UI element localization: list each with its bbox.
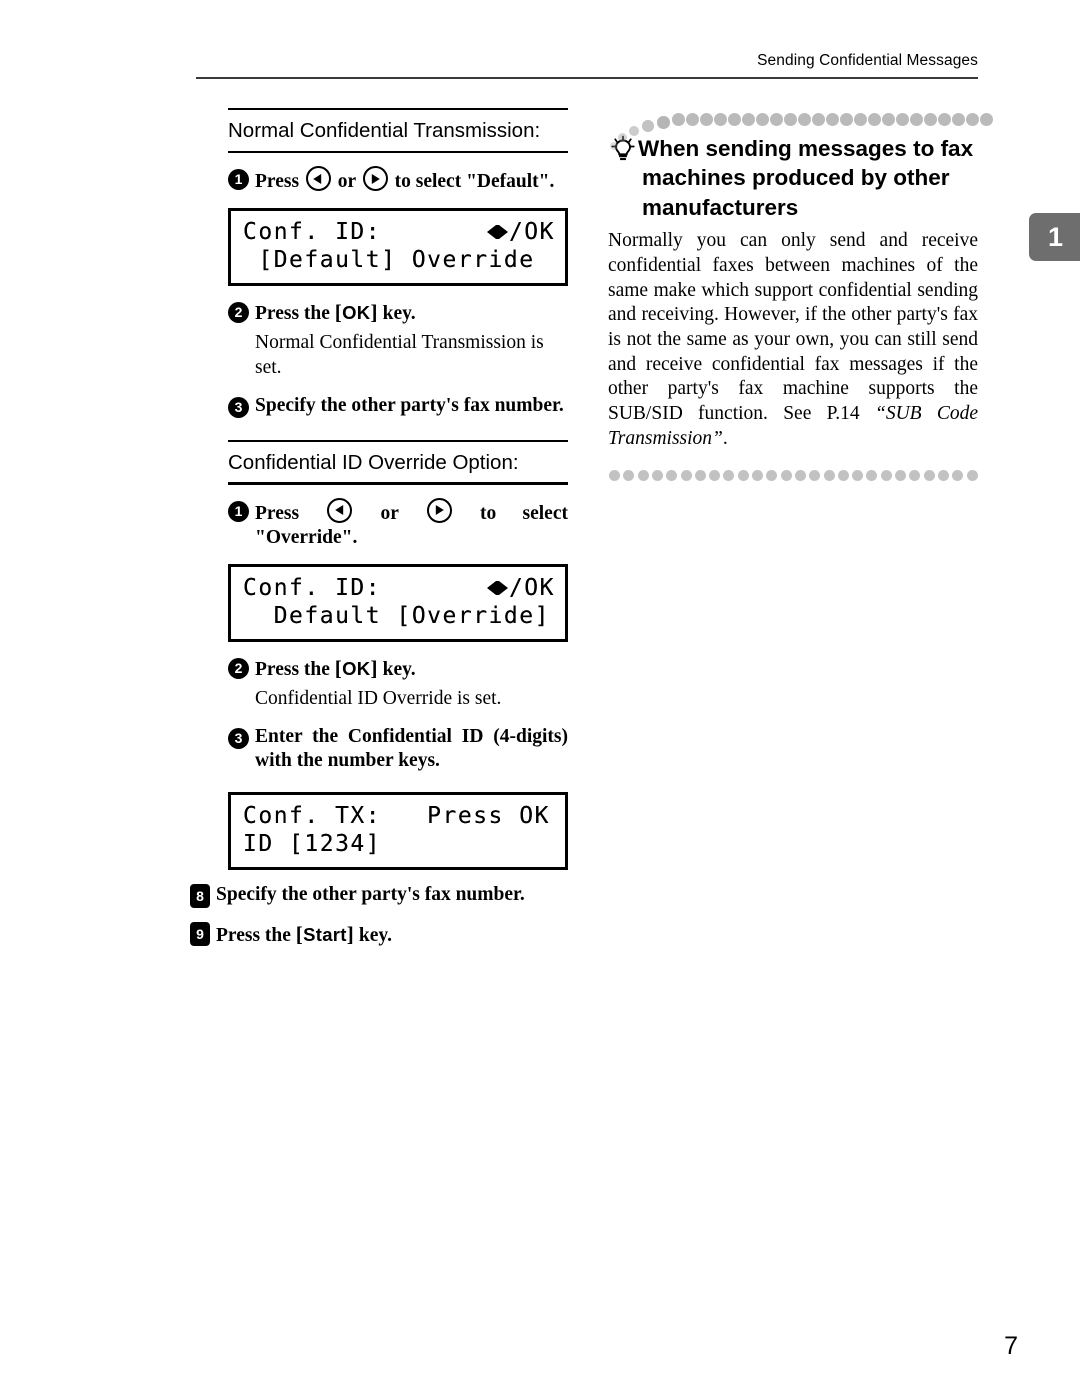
step-marker: 2 [228,302,249,324]
step-marker: 3 [228,727,249,749]
lcd-ok-label: /OK [508,219,555,246]
step-marker: 3 [228,396,249,418]
section-rule-bottom [228,482,568,485]
tip-heading: When sending messages to fax machines pr… [608,134,978,222]
key-start: [Start] [295,922,355,947]
lcd-ok-label: /OK [508,575,555,602]
lcd-line-1-left: Conf. ID: [243,575,382,602]
lcd-display-conf-tx: Conf. TX: Press OK ID [1234] [228,792,568,871]
step-text-mid: or [380,502,399,524]
step-1: 1 Press or to select "Default". [228,166,568,194]
section-rule-bottom [228,150,568,154]
step-8: 8 Specify the other party's fax number. [190,883,568,909]
step-text-before: Press [255,502,300,524]
page-number: 7 [1004,1332,1018,1360]
key-label: Start [303,924,347,946]
step-text-before: Press the [216,925,291,947]
tip-body-part2: . [722,427,728,449]
lcd-arrow-pair-icon [486,581,508,596]
step-2-note: Normal Confidential Transmission is set. [255,332,544,379]
section-title: Confidential ID Override Option: [228,451,519,475]
lcd-line-1-right: /OK [486,574,555,602]
right-column: When sending messages to fax machines pr… [608,108,993,482]
tip-body-part1: Normally you can only send and receive c… [608,230,978,424]
tip-body: Normally you can only send and receive c… [608,229,978,451]
key-ok: [OK] [334,300,378,325]
step-2: 2 Press the [OK] key. [228,299,568,326]
step-2: 2 Press the [OK] key. [228,655,568,682]
chapter-tab: 1 [1029,213,1080,261]
lcd-line-1-right: /OK [486,218,555,246]
lcd-line-1: Conf. ID: /OK [243,574,555,602]
step-text-after: to select "Default". [394,171,555,193]
lcd-arrow-pair-icon [486,225,508,240]
step-3: 3 Specify the other party's fax number. [228,394,568,418]
header-rule [196,77,978,79]
key-ok: [OK] [334,656,378,681]
step-text-before: Press the [255,659,330,681]
step-text-after: key. [382,659,416,681]
running-header: Sending Confidential Messages [757,52,978,69]
step-text-mid: or [337,171,356,193]
step-text: Specify the other party's fax number. [255,394,564,416]
lcd-line-2: ID [1234] [243,831,382,858]
step-2-note: Confidential ID Override is set. [255,688,502,710]
step-marker: 9 [190,922,210,947]
step-marker: 2 [228,658,249,680]
step-text: Press or to select "Default". [255,166,568,194]
step-text: Specify the other party's fax number. [216,884,525,906]
step-text: Press or to select "Override". [255,497,568,550]
step-text: Press the [OK] key. [255,299,568,326]
section-title: Normal Confidential Transmission: [228,119,541,143]
step-marker: 8 [190,884,210,909]
left-column: Normal Confidential Transmission: 1 Pres… [190,108,568,949]
lcd-display-default: Conf. ID: /OK [Default] Override [228,208,568,287]
arrow-right-icon [426,497,452,523]
step-text-before: Press the [255,303,330,325]
lcd-line-2: [Default] Override [243,247,535,274]
section-confidential-id-override-option: Confidential ID Override Option: [228,439,568,485]
tip-heading-text: When sending messages to fax machines pr… [638,136,974,220]
lcd-display-override: Conf. ID: /OK Default [Override] [228,564,568,643]
step-9: 9 Press the [Start] key. [190,921,568,948]
step-text-after: key. [358,925,392,947]
tip-dotted-border-top [608,108,993,150]
step-1: 1 Press or to select "Override". [228,497,568,550]
key-label: OK [342,658,371,680]
step-marker: 1 [228,500,249,522]
lcd-line-2: Default [Override] [243,603,550,630]
lcd-line-1: Conf. TX: Press OK [243,803,550,830]
section-normal-confidential-transmission: Normal Confidential Transmission: [228,108,568,154]
lcd-line-1-left: Conf. ID: [243,219,382,246]
step-text-before: Press [255,171,300,193]
step-3: 3 Enter the Confidential ID (4-digits) w… [228,725,568,773]
tip-callout-box: When sending messages to fax machines pr… [608,108,993,482]
arrow-right-icon [362,166,388,192]
step-text: Press the [OK] key. [255,655,568,682]
tip-dotted-border-bottom [608,467,978,482]
arrow-left-icon [327,497,353,523]
step-text-after: to select "Override". [255,502,568,548]
lcd-line-1: Conf. ID: /OK [243,218,555,246]
key-label: OK [342,302,371,324]
step-marker: 1 [228,169,249,191]
step-text: Press the [Start] key. [216,921,568,948]
step-text: Enter the Confidential ID (4-digits) wit… [255,725,568,772]
arrow-left-icon [305,166,331,192]
step-text-after: key. [382,303,416,325]
